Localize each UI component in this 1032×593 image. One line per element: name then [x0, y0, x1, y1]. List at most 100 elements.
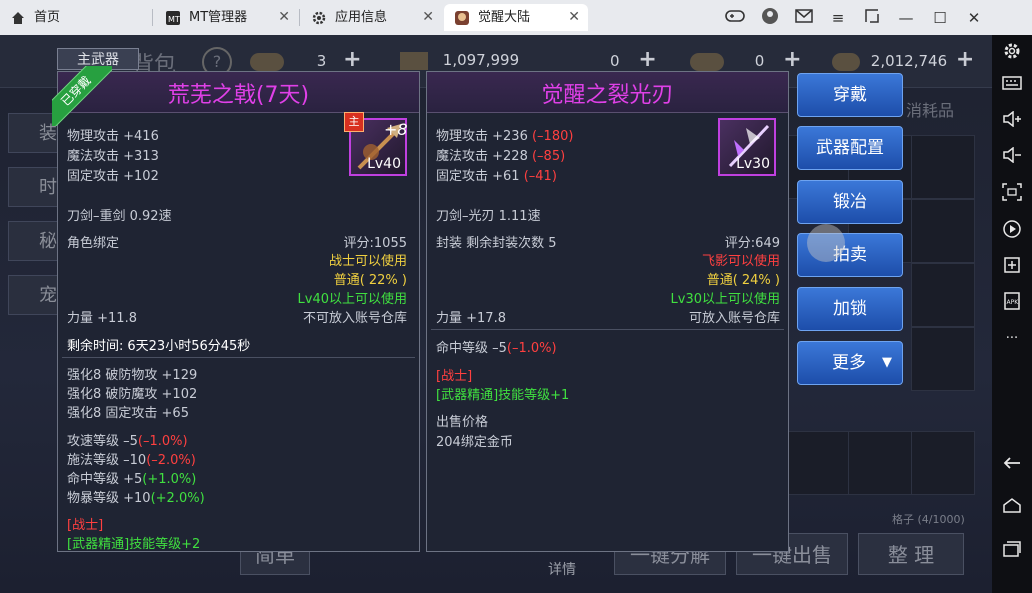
strength: 力量 +11.8 [67, 311, 137, 326]
tab-app-info[interactable]: 应用信息 ✕ [301, 4, 442, 31]
class-requirement: 战士可以使用 [328, 254, 407, 269]
magic-attack: 魔法攻击 +228 (–85) [436, 145, 565, 164]
tab-game[interactable]: 觉醒大陆 ✕ [444, 4, 588, 31]
stat-base: 命中等级 +5 [67, 472, 143, 487]
stat-base: 命中等级 –5 [436, 341, 507, 356]
tab-home[interactable]: 首页 [0, 4, 150, 31]
strength: 力量 +17.8 [436, 311, 506, 326]
more-button[interactable]: 更多 ▼ [797, 341, 903, 385]
bag-slot[interactable] [911, 263, 975, 327]
maximize-icon[interactable]: ☐ [929, 7, 951, 29]
close-icon[interactable]: ✕ [568, 4, 580, 31]
volume-down-icon[interactable] [1000, 146, 1024, 171]
class-tag: [战士] [67, 518, 104, 533]
bag-slot[interactable] [848, 431, 912, 495]
stat-delta: (–1.0%) [137, 434, 188, 449]
enhance-line: 强化8 破防物攻 +129 [67, 368, 198, 383]
restore-icon[interactable] [861, 7, 883, 29]
settings-icon[interactable] [1000, 41, 1024, 65]
stat-line: 命中等级 –5(–1.0%) [436, 337, 557, 356]
stat-base: 攻速等级 –5 [67, 434, 138, 449]
weapon-config-button[interactable]: 武器配置 [797, 126, 903, 170]
add-resource-button[interactable]: + [783, 47, 801, 72]
seal-info: 封装 剩余封装次数 5 [436, 236, 557, 251]
record-icon[interactable] [1000, 219, 1024, 243]
close-icon[interactable]: ✕ [278, 4, 290, 31]
svg-text:APK: APK [1007, 299, 1020, 306]
bag-slot[interactable] [785, 431, 849, 495]
skill-bonus: [武器精通]技能等级+1 [436, 388, 570, 403]
volume-up-icon[interactable] [1000, 110, 1024, 135]
stat-base: 施法等级 –10 [67, 453, 147, 468]
emulator-sidebar: APK ··· [992, 35, 1032, 593]
resource-coin-icon [832, 52, 860, 71]
tab-label: 觉醒大陆 [478, 10, 531, 25]
lock-button[interactable]: 加锁 [797, 287, 903, 331]
level-badge: Lv30 [736, 156, 770, 172]
item-title-bar: 觉醒之裂光刃 [427, 72, 788, 113]
resource-coin-icon [400, 51, 428, 70]
mail-icon[interactable] [793, 7, 815, 29]
keyboard-icon[interactable] [1000, 75, 1024, 99]
menu-icon[interactable]: ≡ [827, 7, 849, 29]
remaining-time: 剩余时间: 6天23小时56分45秒 [67, 335, 250, 354]
consumables-tab[interactable]: 消耗品 [906, 97, 954, 121]
bag-slot[interactable] [911, 327, 975, 391]
quality: 普通( 24% ) [706, 273, 780, 288]
stat-line: 攻速等级 –5(–1.0%) [67, 430, 188, 449]
recent-apps-icon[interactable] [1000, 540, 1024, 564]
stat-base: 物理攻击 +236 [436, 129, 528, 144]
tab-separator [299, 9, 300, 26]
bag-slot[interactable] [911, 135, 975, 199]
back-icon[interactable] [1000, 455, 1024, 479]
stat-base: 物暴等级 +10 [67, 491, 151, 506]
tab-separator [152, 9, 153, 26]
main-badge: 主 [344, 112, 364, 132]
item-score: 评分:649 [724, 236, 780, 251]
add-resource-button[interactable]: + [956, 47, 974, 72]
tab-mt-manager[interactable]: MT MT管理器 ✕ [155, 4, 298, 31]
apk-install-icon[interactable]: APK [1000, 291, 1024, 315]
close-window-icon[interactable]: ✕ [963, 7, 985, 29]
more-options-icon[interactable]: ··· [1000, 327, 1024, 351]
resource-4: 0 + [690, 47, 802, 73]
forge-button[interactable]: 锻冶 [797, 180, 903, 224]
enhance-line: 强化8 固定攻击 +65 [67, 406, 189, 421]
bag-slot[interactable] [911, 431, 975, 495]
resource-1: 3 + [250, 47, 362, 73]
game-app-icon [455, 11, 469, 25]
add-resource-button[interactable]: + [343, 47, 361, 72]
bind-type: 角色绑定 [67, 236, 120, 251]
stat-delta: (–85) [531, 149, 566, 164]
resource-value: 1,097,999 [442, 51, 520, 69]
dropdown-triangle-icon: ▼ [882, 355, 892, 370]
sell-price-label: 出售价格 [436, 415, 489, 430]
tab-label: MT管理器 [189, 10, 248, 25]
divider [62, 357, 415, 358]
screenshot-icon[interactable] [1000, 183, 1024, 207]
account-icon[interactable] [759, 7, 781, 29]
mt-manager-icon: MT [166, 11, 180, 25]
home-button-icon[interactable] [1000, 497, 1024, 521]
add-app-icon[interactable] [1000, 255, 1024, 279]
enhance-level: +8 [384, 120, 408, 139]
quality: 普通( 22% ) [333, 273, 407, 288]
grid-count: 格子 (4/1000) [892, 513, 965, 526]
sort-button[interactable]: 整 理 [858, 533, 964, 575]
close-icon[interactable]: ✕ [422, 4, 434, 31]
storage-rule: 可放入账号仓库 [688, 311, 780, 326]
resource-3: 0 + [570, 47, 657, 73]
add-resource-button[interactable]: + [638, 47, 656, 72]
item-name: 荒芜之戟(7天) [167, 83, 310, 108]
remaining-value: 6天23小时56分45秒 [127, 339, 251, 354]
gamepad-icon[interactable] [724, 7, 746, 29]
touch-cursor-indicator [807, 224, 845, 262]
wear-button[interactable]: 穿戴 [797, 73, 903, 117]
stat-base: 魔法攻击 +228 [436, 149, 528, 164]
bag-slot[interactable] [911, 199, 975, 263]
resource-coin-icon [690, 52, 724, 71]
resource-coin-icon [250, 52, 284, 71]
details-label[interactable]: 详情 [548, 559, 576, 579]
class-requirement: 飞影可以使用 [701, 254, 780, 269]
minimize-icon[interactable]: — [895, 7, 917, 29]
